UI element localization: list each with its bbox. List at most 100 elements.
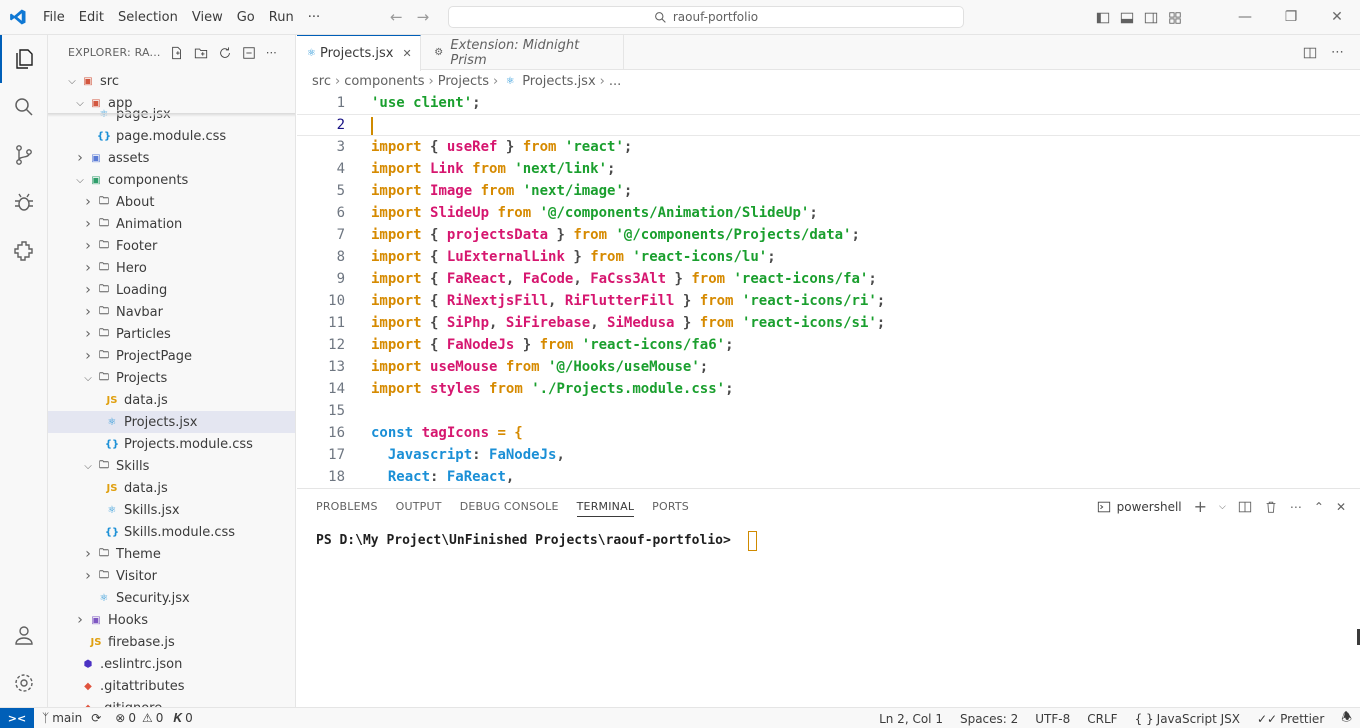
- collapse-all-icon[interactable]: [242, 46, 256, 60]
- tab-terminal[interactable]: TERMINAL: [568, 489, 644, 524]
- new-file-icon[interactable]: [170, 46, 184, 60]
- code-line[interactable]: 18 React: FaReact,: [297, 466, 1360, 488]
- menu-file[interactable]: File: [36, 0, 72, 35]
- tree-file[interactable]: ⚛ Projects.jsx: [48, 411, 295, 433]
- tree-folder[interactable]: ⌵ ▣ src: [48, 70, 295, 92]
- tab-ports[interactable]: PORTS: [643, 489, 698, 524]
- breadcrumb-components[interactable]: components: [344, 74, 424, 89]
- tree-folder[interactable]: ⌵ ▣ components: [48, 169, 295, 191]
- tree-folder[interactable]: › 🗀 ProjectPage: [48, 345, 295, 367]
- sync-icon[interactable]: ⟳: [91, 711, 101, 725]
- remote-icon[interactable]: ><: [0, 707, 34, 728]
- code-line[interactable]: 17 Javascript: FaNodeJs,: [297, 444, 1360, 466]
- chevron-right-icon[interactable]: ›: [72, 150, 88, 166]
- code-line[interactable]: 2: [297, 114, 1360, 136]
- source-control-icon[interactable]: [0, 131, 48, 179]
- ports-indicator[interactable]: 𝜥 0: [173, 711, 192, 726]
- tree-file[interactable]: ⚛ Skills.jsx: [48, 499, 295, 521]
- editor-more-icon[interactable]: ⋯: [1331, 45, 1344, 60]
- encoding[interactable]: UTF-8: [1035, 712, 1070, 726]
- search-icon[interactable]: [0, 83, 48, 131]
- code-line[interactable]: 10 import { RiNextjsFill, RiFlutterFill }…: [297, 290, 1360, 312]
- tree-folder[interactable]: › 🗀 Animation: [48, 213, 295, 235]
- code-line[interactable]: 8 import { LuExternalLink } from 'react-i…: [297, 246, 1360, 268]
- code-line[interactable]: 14 import styles from './Projects.module.…: [297, 378, 1360, 400]
- tree-file[interactable]: JS data.js: [48, 389, 295, 411]
- code-line[interactable]: 12 import { FaNodeJs } from 'react-icons/…: [297, 334, 1360, 356]
- forward-arrow-icon[interactable]: →: [417, 8, 430, 26]
- terminal-prompt[interactable]: PS D:\My Project\UnFinished Projects\rao…: [316, 533, 731, 548]
- code-editor[interactable]: 1 'use client'; 2 3 import { useRef } from '…: [297, 92, 1360, 488]
- tab-problems[interactable]: PROBLEMS: [307, 489, 387, 524]
- minimize-icon[interactable]: —: [1222, 0, 1268, 35]
- code-line[interactable]: 7 import { projectsData } from '@/compone…: [297, 224, 1360, 246]
- explorer-icon[interactable]: [0, 35, 48, 83]
- customize-layout-icon[interactable]: [1168, 11, 1182, 25]
- tab-debug-console[interactable]: DEBUG CONSOLE: [451, 489, 568, 524]
- new-folder-icon[interactable]: [194, 46, 208, 60]
- menu-view[interactable]: View: [185, 0, 230, 35]
- code-line[interactable]: 3 import { useRef } from 'react';: [297, 136, 1360, 158]
- code-line[interactable]: 15: [297, 400, 1360, 422]
- menu-edit[interactable]: Edit: [72, 0, 111, 35]
- code-line[interactable]: 13 import useMouse from '@/Hooks/useMouse…: [297, 356, 1360, 378]
- tree-folder[interactable]: ⌵ 🗀 Projects: [48, 367, 295, 389]
- back-arrow-icon[interactable]: ←: [390, 8, 403, 26]
- terminal-shell-selector[interactable]: powershell: [1097, 500, 1182, 514]
- tree-folder[interactable]: › 🗀 Navbar: [48, 301, 295, 323]
- chevron-right-icon[interactable]: ›: [80, 568, 96, 584]
- tree-folder[interactable]: › 🗀 Theme: [48, 543, 295, 565]
- tree-folder[interactable]: ⌵ 🗀 Skills: [48, 455, 295, 477]
- chevron-down-icon[interactable]: ⌵: [72, 172, 88, 188]
- chevron-right-icon[interactable]: ›: [80, 348, 96, 364]
- formatter[interactable]: ✓✓ Prettier: [1257, 712, 1324, 726]
- tree-file[interactable]: JS data.js: [48, 477, 295, 499]
- breadcrumb-symbol[interactable]: ...: [609, 74, 621, 89]
- tree-folder[interactable]: › 🗀 About: [48, 191, 295, 213]
- close-icon[interactable]: ✕: [1314, 0, 1360, 35]
- chevron-down-icon[interactable]: ⌵: [64, 73, 80, 89]
- code-line[interactable]: 5 import Image from 'next/image';: [297, 180, 1360, 202]
- tree-file[interactable]: ⬢ .eslintrc.json: [48, 653, 295, 675]
- code-line[interactable]: 4 import Link from 'next/link';: [297, 158, 1360, 180]
- tree-file[interactable]: {} Projects.module.css: [48, 433, 295, 455]
- tree-folder[interactable]: › 🗀 Particles: [48, 323, 295, 345]
- chevron-right-icon[interactable]: ›: [80, 546, 96, 562]
- tree-folder[interactable]: › 🗀 Loading: [48, 279, 295, 301]
- tab-extension[interactable]: ⚙ Extension: Midnight Prism: [421, 35, 624, 70]
- chevron-right-icon[interactable]: ›: [80, 260, 96, 276]
- chevron-right-icon[interactable]: ›: [80, 304, 96, 320]
- chevron-down-icon[interactable]: ⌵: [80, 458, 96, 474]
- toggle-sidebar-icon[interactable]: [1096, 11, 1110, 25]
- chevron-right-icon[interactable]: ›: [80, 216, 96, 232]
- menu-go[interactable]: Go: [230, 0, 262, 35]
- settings-gear-icon[interactable]: [0, 659, 48, 707]
- line-ending[interactable]: CRLF: [1087, 712, 1117, 726]
- tree-file[interactable]: JS firebase.js: [48, 631, 295, 653]
- more-actions-icon[interactable]: ⋯: [266, 46, 277, 59]
- extensions-icon[interactable]: [0, 227, 48, 275]
- panel-more-icon[interactable]: ⋯: [1290, 500, 1302, 514]
- code-line[interactable]: 16 const tagIcons = {: [297, 422, 1360, 444]
- menu-more[interactable]: ···: [301, 0, 327, 35]
- chevron-right-icon[interactable]: ›: [80, 238, 96, 254]
- tree-folder[interactable]: › ▣ assets: [48, 147, 295, 169]
- code-line[interactable]: 1 'use client';: [297, 92, 1360, 114]
- tree-file[interactable]: ◆.gitignore: [48, 697, 295, 708]
- restore-icon[interactable]: ❐: [1268, 0, 1314, 35]
- chevron-down-icon[interactable]: ⌵: [80, 370, 96, 386]
- notifications-bell-icon[interactable]: 🕭: [1341, 708, 1352, 728]
- accounts-icon[interactable]: [0, 611, 48, 659]
- tree-file[interactable]: {} Skills.module.css: [48, 521, 295, 543]
- tab-output[interactable]: OUTPUT: [387, 489, 451, 524]
- split-editor-icon[interactable]: [1303, 46, 1317, 60]
- breadcrumb-projects[interactable]: Projects: [438, 74, 489, 89]
- menu-run[interactable]: Run: [262, 0, 301, 35]
- code-line[interactable]: 6 import SlideUp from '@/components/Anima…: [297, 202, 1360, 224]
- chevron-right-icon[interactable]: ›: [80, 326, 96, 342]
- tree-folder[interactable]: › ▣ Hooks: [48, 609, 295, 631]
- cursor-position[interactable]: Ln 2, Col 1: [879, 712, 943, 726]
- breadcrumb-src[interactable]: src: [312, 74, 331, 89]
- tree-file[interactable]: {} page.module.css: [48, 125, 295, 147]
- chevron-right-icon[interactable]: ›: [72, 612, 88, 628]
